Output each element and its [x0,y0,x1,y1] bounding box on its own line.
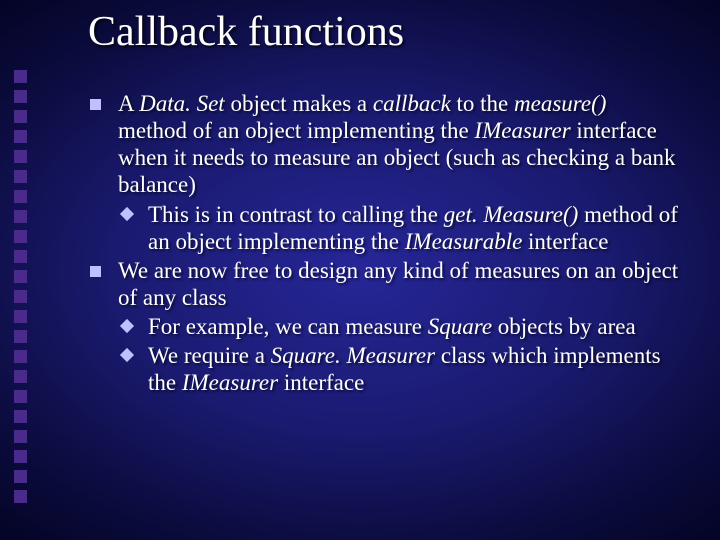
text-italic: Square. Measurer [271,343,435,368]
bullet-1: A Data. Set object makes a callback to t… [90,90,680,199]
decor-square [14,170,27,183]
decor-square [14,270,27,283]
decorative-squares [14,70,27,503]
decor-square [14,390,27,403]
bullet-1-sub-1: This is in contrast to calling the get. … [122,201,680,255]
slide: Callback functions A Data. Set object ma… [0,0,720,540]
decor-square [14,190,27,203]
text: objects by area [492,314,636,339]
text-italic: callback [373,91,451,116]
text: This is in contrast to calling the [148,202,444,227]
text: interface [522,229,608,254]
decor-square [14,490,27,503]
decor-square [14,330,27,343]
slide-title: Callback functions [88,8,404,56]
text-italic: Data. Set [139,91,225,116]
decor-square [14,110,27,123]
bullet-2-sub-1: For example, we can measure Square objec… [122,313,680,340]
bullet-2: We are now free to design any kind of me… [90,257,680,311]
decor-square [14,130,27,143]
text-italic: Square [428,314,492,339]
decor-square [14,230,27,243]
decor-square [14,290,27,303]
content-area: A Data. Set object makes a callback to t… [90,90,680,398]
decor-square [14,250,27,263]
decor-square [14,350,27,363]
text-italic: get. Measure() [444,202,579,227]
decor-square [14,410,27,423]
text: For example, we can measure [148,314,428,339]
text: interface [278,370,364,395]
decor-square [14,70,27,83]
bullet-2-sub-2: We require a Square. Measurer class whic… [122,342,680,396]
decor-square [14,430,27,443]
text: to the [451,91,514,116]
decor-square [14,370,27,383]
text: A [118,91,139,116]
text: We are now free to design any kind of me… [118,258,678,310]
text: We require a [148,343,271,368]
decor-square [14,210,27,223]
decor-square [14,310,27,323]
decor-square [14,150,27,163]
decor-square [14,450,27,463]
text: object makes a [225,91,373,116]
text-italic: IMeasurable [405,229,523,254]
text: method of an object implementing the [118,118,474,143]
decor-square [14,470,27,483]
decor-square [14,90,27,103]
text-italic: IMeasurer [474,118,570,143]
text-italic: measure() [514,91,606,116]
text-italic: IMeasurer [182,370,278,395]
